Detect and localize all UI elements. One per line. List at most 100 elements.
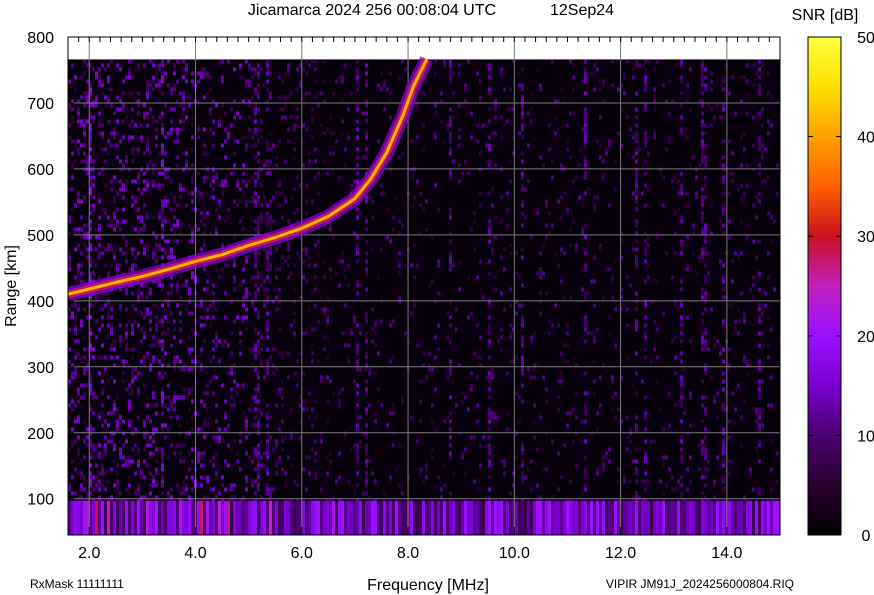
heatmap-cell bbox=[269, 263, 272, 268]
heatmap-cell bbox=[314, 147, 317, 152]
heatmap-cell bbox=[449, 491, 452, 496]
heatmap-cell bbox=[155, 127, 158, 132]
heatmap-cell bbox=[677, 307, 680, 312]
heatmap-cell bbox=[302, 259, 305, 264]
heatmap-cell bbox=[713, 335, 716, 340]
colorbar-tick-label: 20 bbox=[857, 329, 874, 346]
heatmap-cell bbox=[155, 327, 158, 332]
heatmap-cell bbox=[293, 311, 296, 316]
heatmap-cell bbox=[503, 267, 506, 272]
heatmap-cell bbox=[209, 207, 212, 212]
clutter-cell bbox=[92, 500, 95, 535]
heatmap-cell bbox=[158, 67, 161, 72]
heatmap-cell bbox=[644, 335, 647, 340]
heatmap-cell bbox=[644, 159, 647, 164]
heatmap-cell bbox=[455, 159, 458, 164]
clutter-cell bbox=[689, 500, 692, 535]
heatmap-cell bbox=[317, 191, 320, 196]
heatmap-cell bbox=[680, 315, 683, 320]
heatmap-cell bbox=[98, 171, 101, 176]
heatmap-cell bbox=[584, 483, 587, 488]
heatmap-cell bbox=[488, 395, 491, 400]
heatmap-cell bbox=[110, 451, 113, 456]
heatmap-cell bbox=[119, 455, 122, 460]
heatmap-cell bbox=[74, 159, 77, 164]
heatmap-cell bbox=[317, 207, 320, 212]
heatmap-cell bbox=[500, 255, 503, 260]
heatmap-cell bbox=[77, 307, 80, 312]
heatmap-cell bbox=[599, 155, 602, 160]
heatmap-cell bbox=[602, 459, 605, 464]
heatmap-cell bbox=[716, 415, 719, 420]
heatmap-cell bbox=[86, 119, 89, 124]
heatmap-cell bbox=[278, 459, 281, 464]
heatmap-cell bbox=[146, 163, 149, 168]
heatmap-cell bbox=[155, 459, 158, 464]
heatmap-cell bbox=[488, 463, 491, 468]
heatmap-cell bbox=[71, 443, 74, 448]
heatmap-cell bbox=[563, 191, 566, 196]
heatmap-cell bbox=[77, 195, 80, 200]
heatmap-cell bbox=[584, 267, 587, 272]
heatmap-cell bbox=[428, 283, 431, 288]
heatmap-cell bbox=[683, 179, 686, 184]
heatmap-cell bbox=[320, 91, 323, 96]
heatmap-cell bbox=[434, 483, 437, 488]
heatmap-cell bbox=[131, 59, 134, 64]
heatmap-cell bbox=[503, 87, 506, 92]
heatmap-cell bbox=[191, 271, 194, 276]
heatmap-cell bbox=[614, 415, 617, 420]
heatmap-cell bbox=[149, 151, 152, 156]
heatmap-cell bbox=[269, 171, 272, 176]
heatmap-cell bbox=[635, 123, 638, 128]
heatmap-cell bbox=[698, 163, 701, 168]
heatmap-cell bbox=[176, 415, 179, 420]
heatmap-cell bbox=[305, 455, 308, 460]
heatmap-cell bbox=[152, 63, 155, 68]
heatmap-cell bbox=[173, 359, 176, 364]
heatmap-cell bbox=[488, 227, 491, 232]
heatmap-cell bbox=[134, 247, 137, 252]
clutter-cell bbox=[101, 500, 104, 535]
heatmap-cell bbox=[170, 255, 173, 260]
heatmap-cell bbox=[701, 59, 704, 64]
heatmap-cell bbox=[551, 323, 554, 328]
heatmap-cell bbox=[146, 307, 149, 312]
heatmap-cell bbox=[479, 259, 482, 264]
heatmap-cell bbox=[758, 75, 761, 80]
clutter-cell bbox=[164, 500, 167, 535]
heatmap-cell bbox=[269, 91, 272, 96]
heatmap-cell bbox=[521, 103, 524, 108]
heatmap-cell bbox=[743, 355, 746, 360]
heatmap-cell bbox=[704, 371, 707, 376]
heatmap-cell bbox=[554, 131, 557, 136]
heatmap-cell bbox=[305, 331, 308, 336]
heatmap-cell bbox=[584, 419, 587, 424]
heatmap-cell bbox=[188, 191, 191, 196]
heatmap-cell bbox=[281, 79, 284, 84]
heatmap-cell bbox=[635, 259, 638, 264]
heatmap-cell bbox=[656, 355, 659, 360]
heatmap-cell bbox=[74, 367, 77, 372]
heatmap-cell bbox=[257, 483, 260, 488]
heatmap-cell bbox=[152, 439, 155, 444]
heatmap-cell bbox=[767, 275, 770, 280]
heatmap-cell bbox=[233, 439, 236, 444]
heatmap-cell bbox=[158, 375, 161, 380]
heatmap-cell bbox=[77, 191, 80, 196]
heatmap-cell bbox=[356, 383, 359, 388]
heatmap-cell bbox=[593, 207, 596, 212]
heatmap-cell bbox=[434, 427, 437, 432]
heatmap-cell bbox=[536, 207, 539, 212]
heatmap-cell bbox=[197, 303, 200, 308]
heatmap-cell bbox=[446, 335, 449, 340]
heatmap-cell bbox=[365, 227, 368, 232]
heatmap-cell bbox=[287, 375, 290, 380]
heatmap-cell bbox=[254, 395, 257, 400]
heatmap-cell bbox=[293, 287, 296, 292]
heatmap-cell bbox=[266, 159, 269, 164]
heatmap-cell bbox=[77, 115, 80, 120]
heatmap-cell bbox=[707, 103, 710, 108]
heatmap-cell bbox=[278, 191, 281, 196]
heatmap-cell bbox=[212, 463, 215, 468]
